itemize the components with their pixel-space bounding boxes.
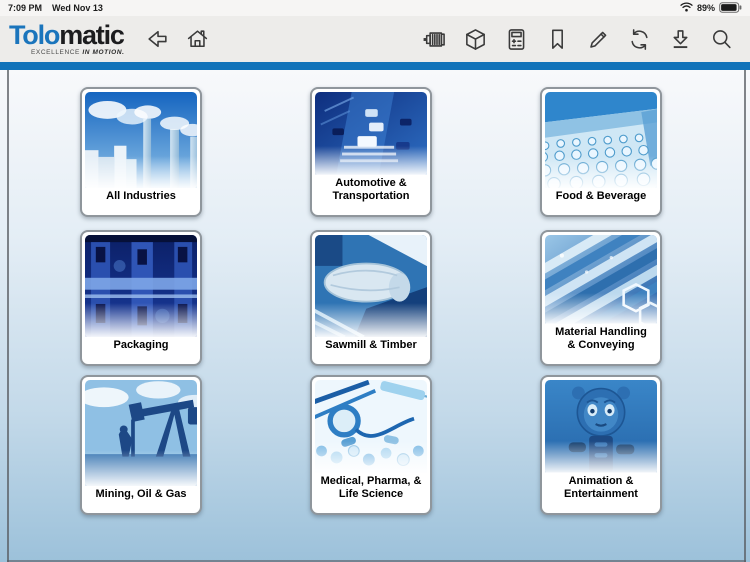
card-automotive-transportation[interactable]: Automotive & Transportation <box>310 87 432 217</box>
logo-wordmark: Tolomatic <box>9 19 125 50</box>
products-button[interactable] <box>421 26 447 52</box>
medical-instruments-image <box>315 380 427 473</box>
status-date: Wed Nov 13 <box>52 3 103 13</box>
image-fade <box>85 450 197 487</box>
wifi-icon <box>680 2 693 14</box>
logo-tagline: EXCELLENCE IN MOTION. <box>9 48 125 57</box>
sawmill-log-image <box>315 235 427 338</box>
logo-text-blue: Tolo <box>9 19 60 50</box>
bookmarks-button[interactable] <box>544 26 570 52</box>
downloads-button[interactable] <box>667 26 693 52</box>
tagline-bold: IN MOTION. <box>82 48 125 56</box>
motor-icon <box>423 31 445 47</box>
image-fade <box>545 155 657 189</box>
image-fade <box>545 441 657 473</box>
status-left: 7:09 PM Wed Nov 13 <box>8 3 103 13</box>
card-label: Automotive & Transportation <box>332 176 410 203</box>
nav-icons <box>145 26 211 52</box>
home-icon <box>187 29 208 47</box>
page-edge-right <box>744 70 746 562</box>
back-button[interactable] <box>145 26 171 52</box>
search-button[interactable] <box>708 26 734 52</box>
brand-accent-bar <box>0 62 750 70</box>
packaging-machine-image <box>85 235 197 338</box>
oil-pumpjack-image <box>85 380 197 487</box>
grid-row-2: Packaging Sawmill & Timber Material Hand… <box>0 230 750 366</box>
logo-text-black: matic <box>59 19 125 50</box>
highway-traffic-image <box>315 92 427 175</box>
card-food-beverage[interactable]: Food & Beverage <box>540 87 662 217</box>
back-icon <box>148 30 167 47</box>
battery-icon <box>719 1 742 15</box>
bottling-line-image <box>545 92 657 189</box>
card-label: Sawmill & Timber <box>325 339 417 352</box>
calculator-icon <box>508 28 524 50</box>
card-label: All Industries <box>106 190 176 203</box>
factory-smokestacks-image <box>85 92 197 189</box>
animatronic-robot-image <box>545 380 657 473</box>
download-icon <box>672 29 688 48</box>
calculator-button[interactable] <box>503 26 529 52</box>
card-packaging[interactable]: Packaging <box>80 230 202 366</box>
battery-percent: 89% <box>696 3 715 13</box>
status-right: 89% <box>680 1 742 15</box>
card-mining-oil-gas[interactable]: Mining, Oil & Gas <box>80 375 202 515</box>
image-fade <box>315 302 427 338</box>
tagline-regular: EXCELLENCE <box>31 48 80 56</box>
card-label: Material Handling & Conveying <box>555 325 647 352</box>
card-material-handling-conveying[interactable]: Material Handling & Conveying <box>540 230 662 366</box>
card-label: Packaging <box>113 339 169 352</box>
image-fade <box>545 293 657 324</box>
search-icon <box>712 29 731 48</box>
home-button[interactable] <box>185 26 211 52</box>
image-fade <box>315 146 427 175</box>
image-fade <box>85 155 197 189</box>
toolbar: Tolomatic EXCELLENCE IN MOTION. <box>0 16 750 62</box>
annotate-button[interactable] <box>585 26 611 52</box>
pencil-icon <box>589 31 606 48</box>
image-fade <box>315 441 427 473</box>
conveyor-rollers-image <box>545 235 657 324</box>
sync-button[interactable] <box>626 26 652 52</box>
cube-icon <box>465 28 485 50</box>
tolomatic-logo: Tolomatic EXCELLENCE IN MOTION. <box>9 19 125 57</box>
card-label: Animation & Entertainment <box>564 474 638 501</box>
app-screen: 7:09 PM Wed Nov 13 89% Tolomatic EXCELLE… <box>0 0 750 562</box>
page-edge-left <box>7 70 9 562</box>
bookmark-icon <box>551 29 563 49</box>
grid-row-3: Mining, Oil & Gas Medical, Pharma, & Lif… <box>0 375 750 515</box>
card-label: Medical, Pharma, & Life Science <box>320 474 422 501</box>
grid-row-1: All Industries Automotive & Transportati… <box>0 87 750 217</box>
card-all-industries[interactable]: All Industries <box>80 87 202 217</box>
card-label: Mining, Oil & Gas <box>95 488 187 501</box>
card-sawmill-timber[interactable]: Sawmill & Timber <box>310 230 432 366</box>
content-area: All Industries Automotive & Transportati… <box>0 70 750 562</box>
status-bar: 7:09 PM Wed Nov 13 89% <box>0 0 750 16</box>
card-animation-entertainment[interactable]: Animation & Entertainment <box>540 375 662 515</box>
card-medical-pharma-life-science[interactable]: Medical, Pharma, & Life Science <box>310 375 432 515</box>
sync-icon <box>630 28 648 50</box>
card-label: Food & Beverage <box>555 190 647 203</box>
toolbar-actions <box>421 26 750 52</box>
status-time: 7:09 PM <box>8 3 43 13</box>
image-fade <box>85 302 197 338</box>
3d-viewer-button[interactable] <box>462 26 488 52</box>
